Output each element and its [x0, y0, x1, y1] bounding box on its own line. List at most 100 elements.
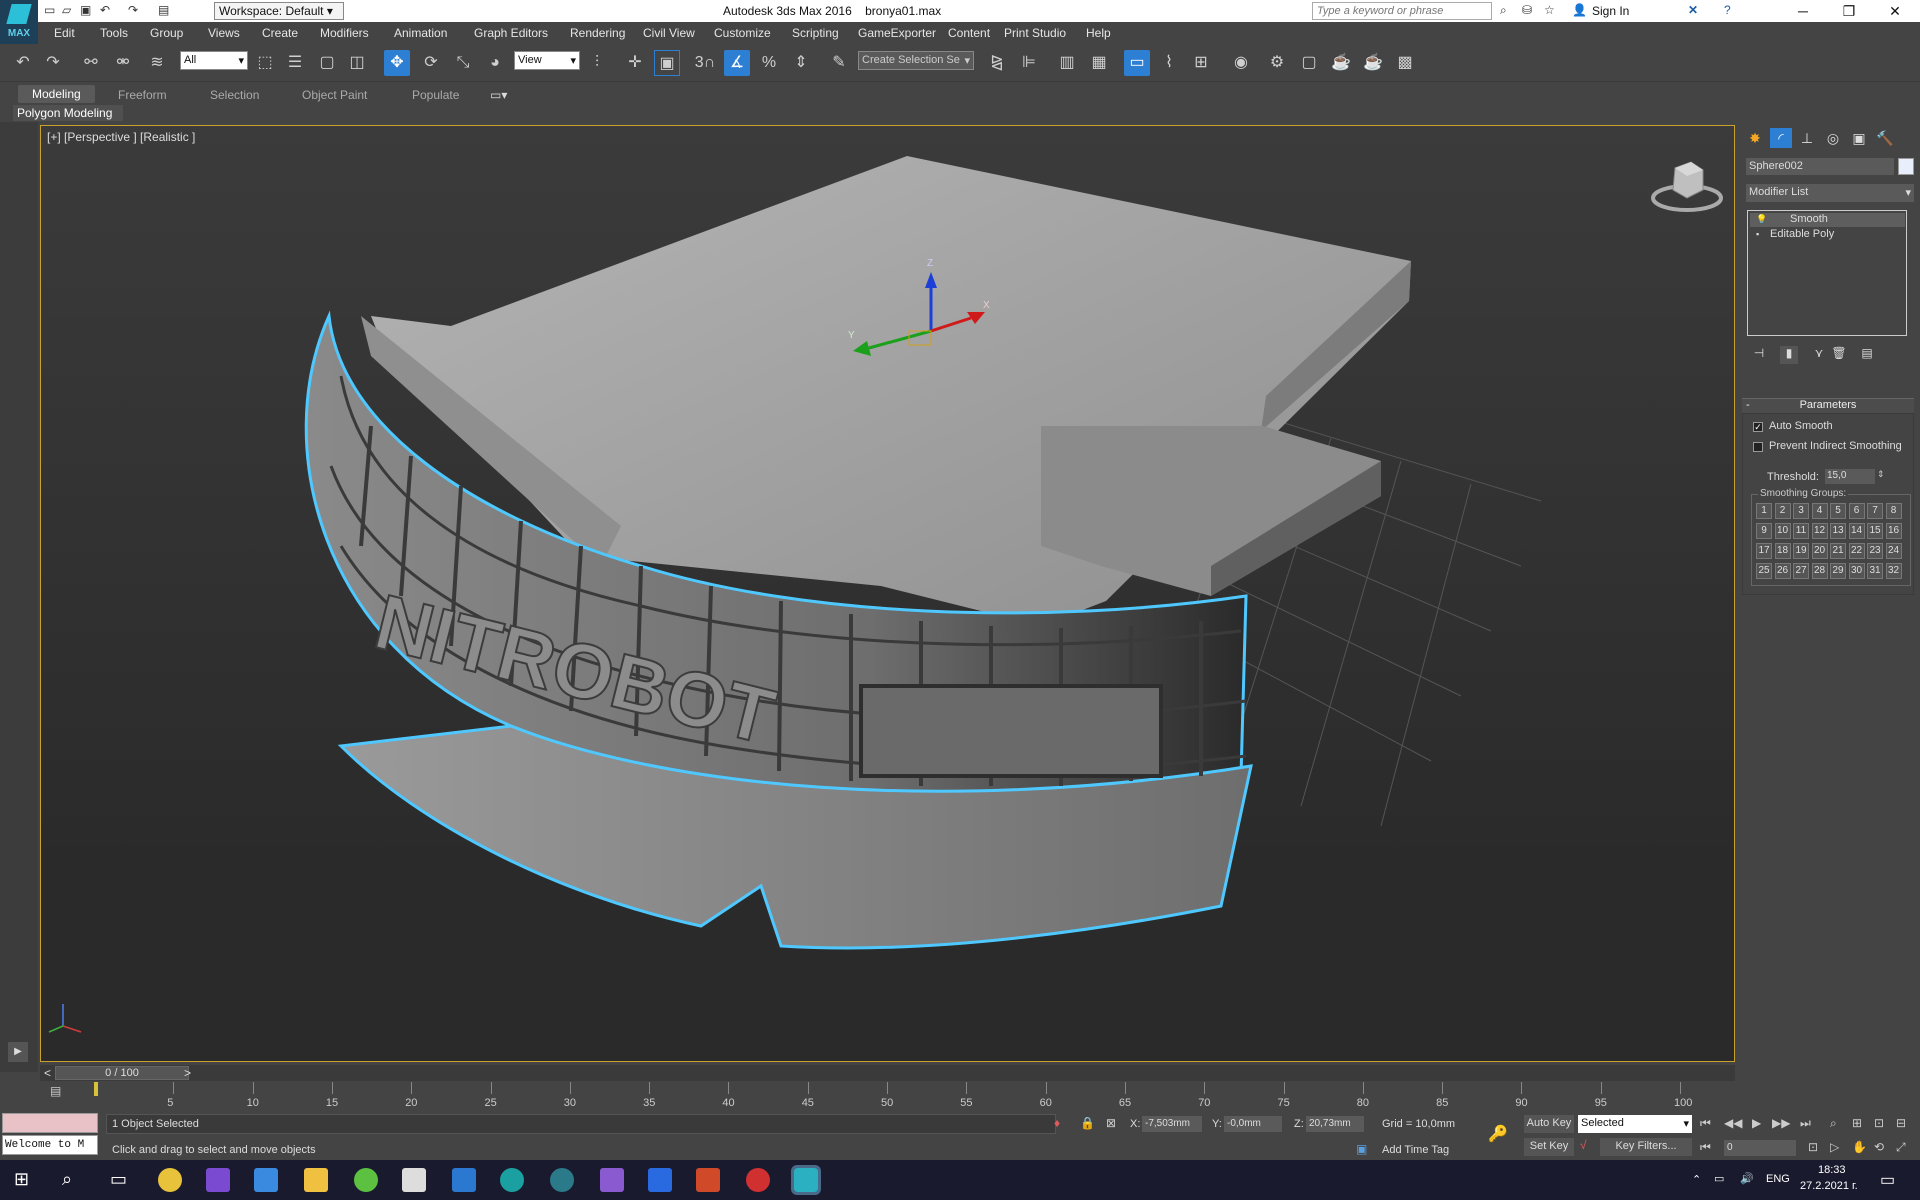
viewcube[interactable]	[1651, 156, 1723, 216]
select-manipulate-icon[interactable]: ✛	[622, 50, 648, 76]
new-file-icon[interactable]: ▭	[44, 3, 55, 19]
menu-animation[interactable]: Animation	[394, 26, 447, 40]
maxscript-listener[interactable]: Welcome to M	[2, 1135, 98, 1155]
tab-freeform[interactable]: Freeform	[118, 88, 167, 102]
viewcube-icon[interactable]	[1651, 156, 1723, 216]
spinner-snap-icon[interactable]: ⇕	[788, 50, 814, 76]
sign-in-link[interactable]: Sign In	[1592, 4, 1629, 18]
smoothing-group-button[interactable]: 32	[1885, 563, 1902, 579]
utilities-tab-icon[interactable]: 🔨	[1874, 128, 1896, 148]
menu-rendering[interactable]: Rendering	[570, 26, 625, 40]
maximize-button[interactable]: ❐	[1826, 0, 1872, 22]
smoothing-group-button[interactable]: 19	[1793, 543, 1809, 559]
time-prev-button[interactable]: <	[44, 1066, 51, 1080]
curve-editor-mini-icon[interactable]: ▤	[50, 1084, 61, 1098]
modify-tab-icon[interactable]: ◜	[1770, 128, 1792, 148]
smoothing-group-button[interactable]: 4	[1811, 503, 1828, 519]
polygon-modeling-panel[interactable]: Polygon Modeling	[13, 105, 123, 121]
smoothing-group-button[interactable]: 6	[1848, 503, 1865, 519]
app3-icon[interactable]	[746, 1168, 770, 1192]
scale-icon[interactable]: ⤡	[450, 50, 476, 76]
render-setup-icon[interactable]: ⚙	[1264, 50, 1290, 76]
menu-customize[interactable]: Customize	[714, 26, 771, 40]
y-coord-field[interactable]: -0,0mm	[1224, 1116, 1282, 1132]
prevent-indirect-checkbox[interactable]	[1753, 442, 1763, 452]
orbit-icon[interactable]: ⟲	[1874, 1140, 1884, 1154]
utorrent-icon[interactable]	[354, 1168, 378, 1192]
language-indicator[interactable]: ENG	[1766, 1173, 1790, 1185]
menu-print-studio[interactable]: Print Studio	[1004, 26, 1066, 40]
notifications-icon[interactable]: ▭	[1880, 1170, 1895, 1190]
clock-date[interactable]: 27.2.2021 г.	[1800, 1180, 1858, 1192]
smoothing-group-button[interactable]: 26	[1774, 563, 1791, 579]
mirror-icon[interactable]: ⧎	[984, 50, 1010, 76]
curve-editor-icon[interactable]: ⌇	[1156, 50, 1182, 76]
search-input[interactable]: Type a keyword or phrase	[1312, 2, 1492, 20]
bind-space-warp-icon[interactable]: ≋	[144, 50, 170, 76]
help-icon[interactable]: ?	[1724, 3, 1731, 19]
stack-item-editable-poly[interactable]: ▪ Editable Poly	[1750, 228, 1905, 242]
smoothing-group-button[interactable]: 23	[1867, 543, 1883, 559]
layer-manager-icon[interactable]: ▥	[1054, 50, 1080, 76]
rotate-icon[interactable]: ⟳	[418, 50, 444, 76]
ribbon-options-icon[interactable]: ▭▾	[490, 88, 507, 102]
render-icon[interactable]: ☕	[1328, 50, 1354, 76]
close-button[interactable]: ✕	[1872, 0, 1918, 22]
key-icon[interactable]: 🔑	[1488, 1124, 1508, 1144]
undo-icon[interactable]: ↶	[10, 50, 36, 76]
set-key-curve-icon[interactable]: √	[1580, 1138, 1587, 1152]
smoothing-group-button[interactable]: 1	[1756, 503, 1772, 519]
schematic-view-icon[interactable]: ⊞	[1188, 50, 1214, 76]
next-frame-icon[interactable]: ▶▶	[1772, 1116, 1790, 1130]
angle-snap-icon[interactable]: ∡	[724, 50, 750, 76]
redo-icon[interactable]: ↷	[40, 50, 66, 76]
file-explorer-icon[interactable]	[304, 1168, 328, 1192]
time-tag-icon[interactable]: ▣	[1356, 1142, 1367, 1156]
named-selection-dropdown[interactable]: Create Selection Se ▾	[858, 51, 974, 70]
move-icon[interactable]: ✥	[384, 50, 410, 76]
object-color-swatch[interactable]	[1898, 158, 1914, 175]
go-to-start-icon[interactable]: ⏮	[1700, 1116, 1711, 1131]
motion-tab-icon[interactable]: ◎	[1822, 128, 1844, 148]
tab-selection[interactable]: Selection	[210, 88, 259, 102]
modifier-list-dropdown[interactable]: Modifier List ▾	[1746, 184, 1914, 202]
snap-toggle-icon[interactable]: 3∩	[692, 50, 718, 76]
save-file-icon[interactable]: ▣	[80, 3, 91, 19]
smoothing-group-button[interactable]: 10	[1774, 523, 1791, 539]
user-icon[interactable]: 👤	[1572, 3, 1587, 19]
clock-time[interactable]: 18:33	[1818, 1164, 1846, 1176]
smoothing-group-button[interactable]: 24	[1885, 543, 1902, 559]
binoculars-icon[interactable]: ⌕	[1500, 3, 1507, 19]
object-name-field[interactable]: Sphere002	[1746, 158, 1894, 175]
volume-icon[interactable]: 🔊	[1740, 1172, 1754, 1185]
select-object-icon[interactable]: ⬚	[252, 50, 278, 76]
smoothing-group-button[interactable]: 9	[1756, 523, 1772, 539]
key-set-dropdown[interactable]: Selected ▾	[1578, 1115, 1692, 1133]
minimize-button[interactable]: ─	[1780, 0, 1826, 22]
tray-chevron-icon[interactable]: ⌃	[1692, 1173, 1701, 1186]
task-view-icon[interactable]: ▭	[110, 1169, 127, 1190]
smoothing-group-button[interactable]: 30	[1848, 563, 1865, 579]
undo-icon[interactable]: ↶	[100, 3, 110, 19]
perspective-viewport[interactable]: [+] [Perspective ] [Realistic ] NITROBOT…	[40, 125, 1735, 1062]
menu-create[interactable]: Create	[262, 26, 298, 40]
x-coord-field[interactable]: -7,503mm	[1142, 1116, 1202, 1132]
ribbon-toggle-icon[interactable]: ▭	[1124, 50, 1150, 76]
edit-named-selection-icon[interactable]: ✎	[826, 50, 852, 76]
lightbulb-icon[interactable]: 💡	[1756, 214, 1767, 225]
hierarchy-tab-icon[interactable]: ⊥	[1796, 128, 1818, 148]
arduino-icon[interactable]	[500, 1168, 524, 1192]
network-icon[interactable]: ▭	[1714, 1172, 1724, 1185]
document-icon[interactable]	[402, 1168, 426, 1192]
z-coord-field[interactable]: 20,73mm	[1306, 1116, 1364, 1132]
current-frame-marker[interactable]	[94, 1082, 98, 1096]
smoothing-group-button[interactable]: 13	[1830, 523, 1846, 539]
time-slider-track[interactable]	[40, 1065, 1735, 1081]
menu-help[interactable]: Help	[1086, 26, 1111, 40]
menu-tools[interactable]: Tools	[100, 26, 128, 40]
star-icon[interactable]: ☆	[1544, 3, 1555, 19]
key-filters-button[interactable]: Key Filters...	[1600, 1138, 1692, 1156]
store-icon[interactable]	[254, 1168, 278, 1192]
configure-sets-icon[interactable]: ▤	[1858, 346, 1876, 364]
smoothing-group-button[interactable]: 25	[1756, 563, 1772, 579]
